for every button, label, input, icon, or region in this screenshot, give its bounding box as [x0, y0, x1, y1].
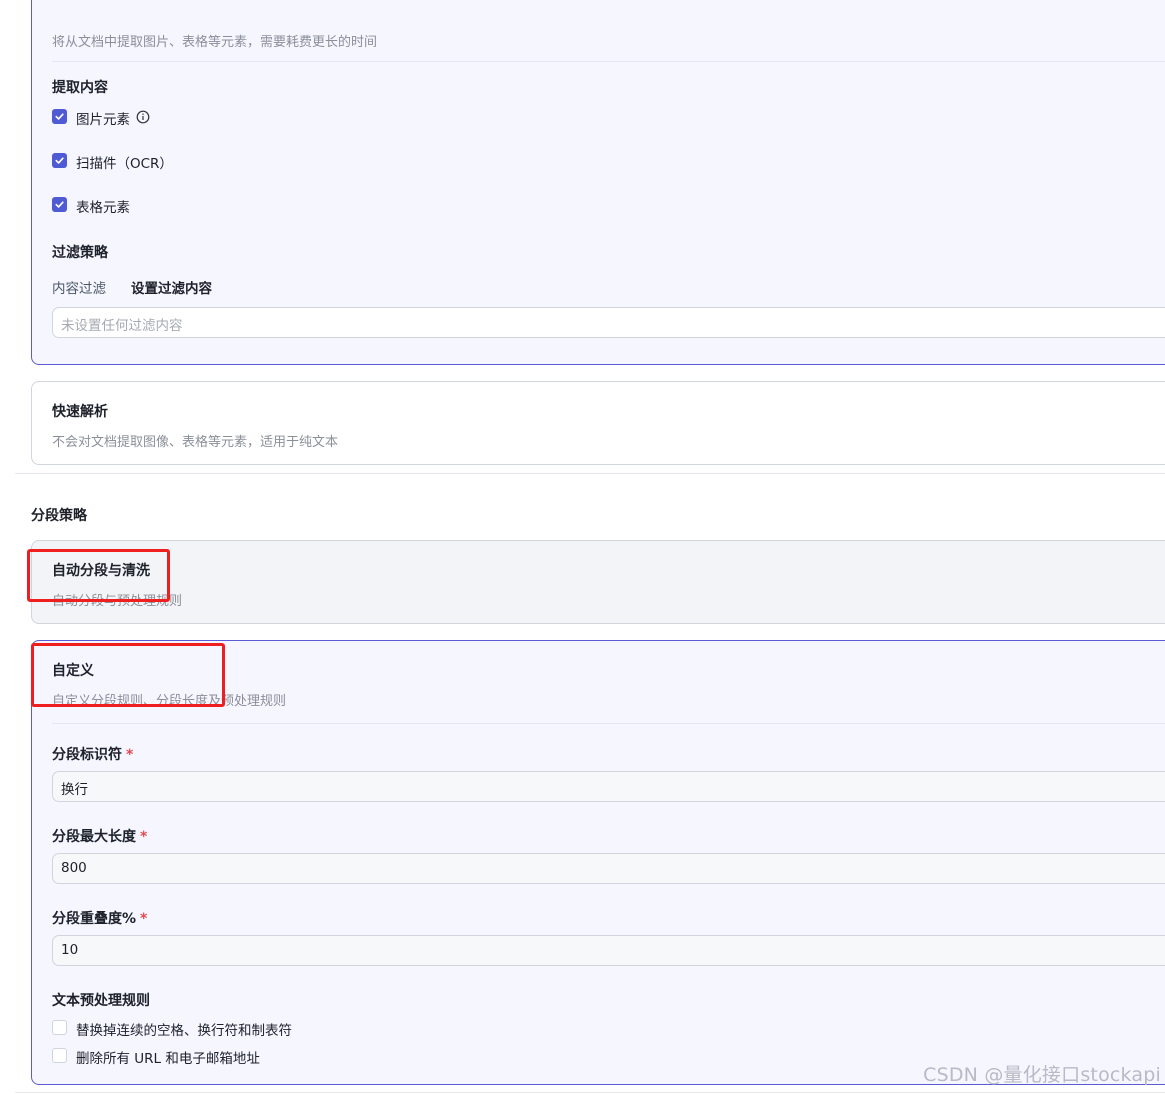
info-icon[interactable]	[136, 109, 150, 128]
highlight-box-auto	[27, 549, 170, 602]
separator-label: 分段标识符 *	[52, 747, 134, 763]
filter-title: 过滤策略	[52, 245, 108, 261]
divider	[52, 723, 1165, 724]
table-element-label: 表格元素	[76, 200, 130, 216]
image-element-label: 图片元素	[76, 112, 130, 128]
tab-set-filter-content[interactable]: 设置过滤内容	[131, 277, 212, 297]
preprocess-title: 文本预处理规则	[52, 993, 150, 1009]
divider	[52, 61, 1165, 62]
tab-content-filter[interactable]: 内容过滤	[52, 277, 106, 297]
table-element-checkbox[interactable]	[52, 197, 67, 212]
required-mark: *	[140, 829, 148, 845]
fast-parse-card[interactable]: 快速解析 不会对文档提取图像、表格等元素，适用于纯文本	[31, 381, 1165, 465]
extract-title: 提取内容	[52, 80, 108, 96]
replace-whitespace-checkbox[interactable]	[52, 1020, 67, 1035]
required-mark: *	[126, 747, 134, 763]
required-mark: *	[140, 911, 148, 927]
remove-urls-checkbox[interactable]	[52, 1048, 67, 1063]
overlap-label: 分段重叠度% *	[52, 911, 148, 927]
filter-content-input[interactable]: 未设置任何过滤内容	[52, 307, 1165, 338]
replace-whitespace-label: 替换掉连续的空格、换行符和制表符	[76, 1023, 292, 1039]
hq-description: 将从文档中提取图片、表格等元素，需要耗费更长的时间	[52, 35, 378, 50]
highlight-box-custom	[31, 643, 225, 707]
max-length-label: 分段最大长度 *	[52, 829, 148, 845]
auto-segment-card[interactable]: 自动分段与清洗 自动分段与预处理规则	[31, 540, 1165, 624]
ocr-checkbox[interactable]	[52, 153, 67, 168]
section-divider	[15, 473, 1165, 474]
fast-parse-description: 不会对文档提取图像、表格等元素，适用于纯文本	[52, 435, 339, 450]
fast-parse-title: 快速解析	[52, 404, 108, 420]
hq-parse-card[interactable]: 将从文档中提取图片、表格等元素，需要耗费更长的时间 提取内容 图片元素 扫描件（…	[31, 0, 1165, 365]
max-length-input[interactable]: 800	[52, 853, 1165, 884]
bottom-divider	[15, 1092, 1165, 1093]
image-element-checkbox[interactable]	[52, 109, 67, 124]
overlap-input[interactable]: 10	[52, 935, 1165, 966]
ocr-label: 扫描件（OCR）	[76, 156, 173, 172]
segment-section-title: 分段策略	[31, 508, 87, 524]
remove-urls-label: 删除所有 URL 和电子邮箱地址	[76, 1051, 260, 1067]
separator-input[interactable]: 换行	[52, 771, 1165, 802]
watermark: CSDN @量化接口stockapi	[923, 1064, 1161, 1086]
